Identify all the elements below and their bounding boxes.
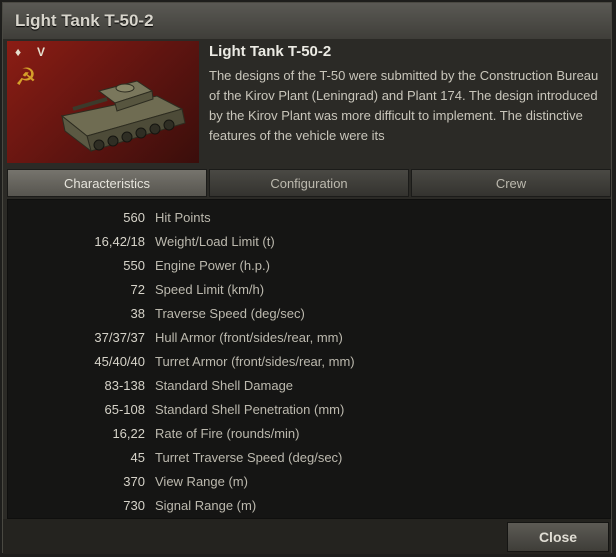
vehicle-info-window: Light Tank T-50-2 ♦ V ☭ Light Tank T-50-…	[2, 2, 612, 554]
stat-speed-limit: 72 Speed Limit (km/h)	[8, 282, 610, 302]
stat-value: 72	[130, 282, 145, 297]
vehicle-description-panel: Light Tank T-50-2 The designs of the T-5…	[209, 43, 609, 150]
vehicle-portrait: ♦ V ☭	[7, 41, 199, 163]
stat-label: View Range (m)	[155, 474, 248, 489]
vehicle-name: Light Tank T-50-2	[209, 43, 332, 60]
stat-label: Signal Range (m)	[155, 498, 257, 513]
window-footer: Close	[3, 519, 611, 554]
stat-label: Standard Shell Damage	[155, 378, 294, 393]
stat-label: Hit Points	[155, 210, 211, 225]
stat-rate-of-fire: 16,22 Rate of Fire (rounds/min)	[8, 426, 610, 446]
stat-signal-range: 730 Signal Range (m)	[8, 498, 610, 518]
stat-view-range: 370 View Range (m)	[8, 474, 610, 494]
stat-label: Weight/Load Limit (t)	[155, 234, 275, 249]
tank-image	[60, 80, 186, 153]
stat-value: 550	[123, 258, 145, 273]
stat-label: Rate of Fire (rounds/min)	[155, 426, 300, 441]
stat-engine-power: 550 Engine Power (h.p.)	[8, 258, 610, 278]
stat-value: 83-138	[104, 378, 145, 393]
stat-value: 38	[130, 306, 145, 321]
stat-hit-points: 560 Hit Points	[8, 210, 610, 230]
stat-value: 560	[123, 210, 145, 225]
stat-weight: 16,42/18 Weight/Load Limit (t)	[8, 234, 610, 254]
window-title: Light Tank T-50-2	[15, 11, 154, 30]
vehicle-description: The designs of the T-50 were submitted b…	[209, 68, 599, 143]
stat-value: 65-108	[104, 402, 145, 417]
stat-label: Engine Power (h.p.)	[155, 258, 270, 273]
stat-value: 16,42/18	[94, 234, 145, 249]
stat-value: 45/40/40	[94, 354, 145, 369]
close-button[interactable]: Close	[507, 522, 609, 552]
stat-label: Hull Armor (front/sides/rear, mm)	[155, 330, 343, 345]
stat-shell-penetration: 65-108 Standard Shell Penetration (mm)	[8, 402, 610, 422]
stat-traverse-speed: 38 Traverse Speed (deg/sec)	[8, 306, 610, 326]
stat-value: 730	[123, 498, 145, 513]
title-bar[interactable]: Light Tank T-50-2	[3, 3, 611, 40]
stat-value: 16,22	[112, 426, 145, 441]
stat-turret-armor: 45/40/40 Turret Armor (front/sides/rear,…	[8, 354, 610, 374]
stat-value: 37/37/37	[94, 330, 145, 345]
stat-value: 370	[123, 474, 145, 489]
characteristics-list: 560 Hit Points 16,42/18 Weight/Load Limi…	[7, 199, 611, 519]
stat-label: Traverse Speed (deg/sec)	[155, 306, 305, 321]
tab-characteristics[interactable]: Characteristics	[7, 169, 207, 197]
tab-configuration[interactable]: Configuration	[209, 169, 409, 197]
stat-value: 45	[130, 450, 145, 465]
stat-label: Turret Traverse Speed (deg/sec)	[155, 450, 343, 465]
stat-turret-traverse: 45 Turret Traverse Speed (deg/sec)	[8, 450, 610, 470]
vehicle-header: ♦ V ☭ Light Tank T-50-2 The designs of t…	[3, 39, 611, 169]
info-tabs: Characteristics Configuration Crew	[7, 169, 611, 197]
tab-crew[interactable]: Crew	[411, 169, 611, 197]
stat-label: Turret Armor (front/sides/rear, mm)	[155, 354, 355, 369]
stat-label: Speed Limit (km/h)	[155, 282, 265, 297]
stat-label: Standard Shell Penetration (mm)	[155, 402, 345, 417]
stat-shell-damage: 83-138 Standard Shell Damage	[8, 378, 610, 398]
stat-hull-armor: 37/37/37 Hull Armor (front/sides/rear, m…	[8, 330, 610, 350]
